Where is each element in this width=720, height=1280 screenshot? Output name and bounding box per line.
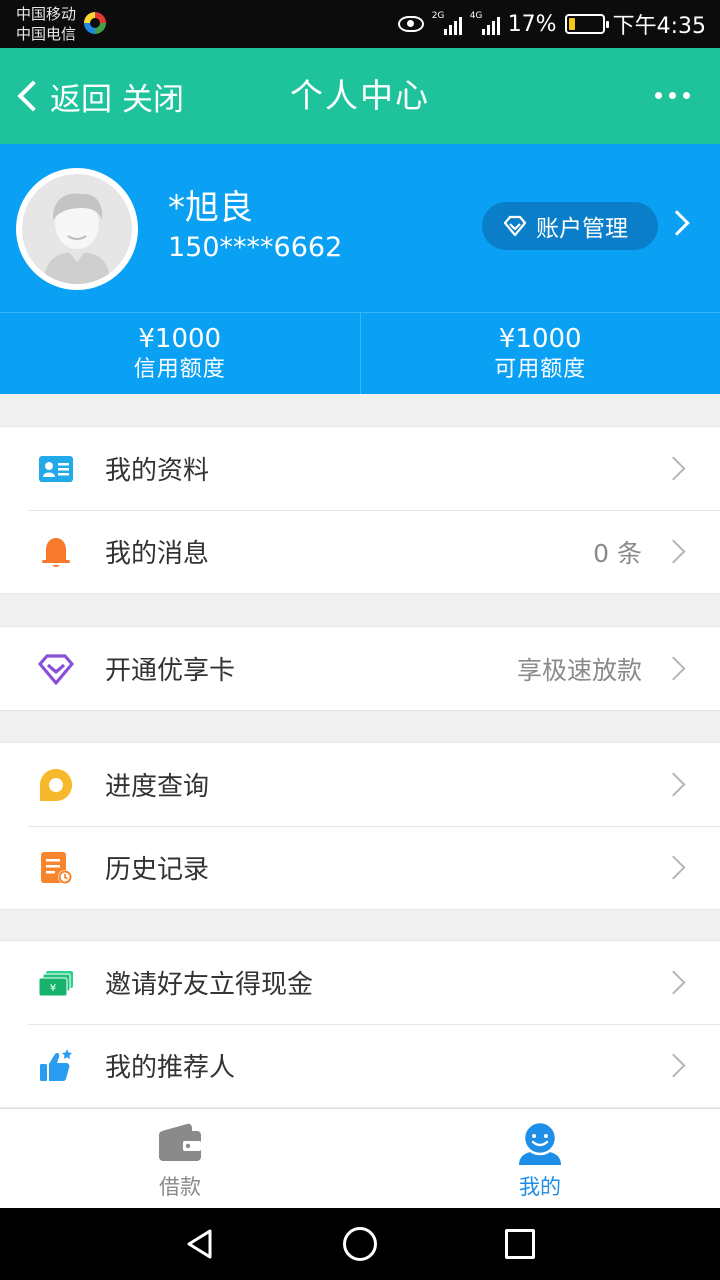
page-title: 个人中心 [290, 76, 430, 115]
menu-group-invite: ¥ 邀请好友立得现金 我的推荐人 [0, 940, 720, 1107]
chevron-right-icon [661, 970, 686, 995]
menu-label: 开通优享卡 [105, 656, 236, 686]
nav-home-icon[interactable] [343, 1227, 377, 1261]
menu-item-vip-card[interactable]: 开通优享卡 享极速放款 [0, 627, 720, 710]
menu-item-my-profile[interactable]: 我的资料 [0, 427, 720, 510]
tab-loan[interactable]: 借款 [0, 1109, 360, 1208]
available-limit-amount: ¥1000 [498, 324, 582, 354]
credit-limit-amount: ¥1000 [138, 324, 222, 354]
thumbs-up-icon [40, 1049, 72, 1081]
id-card-icon [39, 456, 73, 482]
menu-label: 邀请好友立得现金 [105, 970, 314, 1000]
chevron-right-icon[interactable] [664, 210, 690, 236]
status-indicators: 2G 4G 17% 下午4:35 [397, 0, 706, 48]
default-avatar-icon [22, 174, 132, 284]
menu-group-vip: 开通优享卡 享极速放款 [0, 626, 720, 711]
message-count: 0 条 [593, 538, 642, 568]
menu-group-records: 进度查询 历史记录 [0, 742, 720, 910]
tab-mine[interactable]: 我的 [360, 1109, 720, 1208]
account-management-label: 账户管理 [536, 216, 628, 242]
menu-item-invite[interactable]: ¥ 邀请好友立得现金 [0, 941, 720, 1024]
credit-limit-label: 信用额度 [133, 357, 226, 382]
account-management-button[interactable]: 账户管理 [482, 202, 658, 250]
bell-icon [42, 538, 70, 567]
menu-label: 进度查询 [105, 772, 210, 802]
network-1-label: 2G [431, 11, 445, 21]
signal-2-icon: 4G [469, 11, 500, 35]
chevron-right-icon [661, 456, 686, 481]
available-limit: ¥1000 可用额度 [359, 313, 720, 394]
vip-card-benefit: 享极速放款 [516, 655, 642, 685]
chevron-right-icon [661, 772, 686, 797]
diamond-icon [38, 654, 74, 685]
menu-item-referrer[interactable]: 我的推荐人 [0, 1024, 720, 1107]
chevron-right-icon [661, 539, 686, 564]
battery-percent: 17% [507, 11, 557, 37]
menu-item-my-messages[interactable]: 我的消息 0 条 [0, 510, 720, 593]
menu-label: 历史记录 [105, 855, 210, 885]
nav-recents-icon[interactable] [505, 1229, 535, 1259]
diamond-icon [503, 215, 527, 237]
user-phone: 150****6662 [168, 232, 343, 263]
tab-label: 借款 [159, 1175, 201, 1199]
carrier-2: 中国电信 [16, 25, 77, 43]
eye-comfort-icon [397, 16, 424, 32]
wallet-icon [159, 1123, 201, 1161]
user-face-icon [519, 1121, 561, 1165]
progress-icon [40, 769, 72, 801]
tab-label: 我的 [519, 1175, 561, 1199]
carrier-logo-icon [84, 12, 106, 34]
avatar[interactable] [16, 168, 138, 290]
user-name: *旭良 [168, 188, 253, 228]
carrier-names: 中国移动 中国电信 [16, 4, 76, 44]
clock: 下午4:35 [612, 14, 706, 39]
battery-icon [564, 14, 609, 34]
menu-item-progress[interactable]: 进度查询 [0, 743, 720, 826]
menu-label: 我的推荐人 [105, 1053, 236, 1083]
signal-1-icon: 2G [431, 11, 462, 35]
credit-limit: ¥1000 信用额度 [0, 313, 360, 394]
bottom-tab-bar: 借款 我的 [0, 1108, 720, 1208]
menu-group-account: 我的资料 我的消息 0 条 [0, 426, 720, 594]
chevron-right-icon [661, 656, 686, 681]
status-bar: 中国移动 中国电信 2G 4G 17% 下午4:35 [0, 0, 720, 48]
menu-label: 我的资料 [105, 456, 210, 486]
chevron-right-icon [661, 855, 686, 880]
title-bar: 返回 关闭 个人中心 [0, 48, 720, 144]
network-2-label: 4G [469, 11, 483, 21]
svg-text:¥: ¥ [50, 983, 56, 994]
credit-quota: ¥1000 信用额度 ¥1000 可用额度 [0, 312, 720, 394]
menu-item-history[interactable]: 历史记录 [0, 826, 720, 909]
chevron-right-icon [661, 1053, 686, 1078]
nav-back-icon[interactable] [184, 1228, 216, 1260]
available-limit-label: 可用额度 [494, 357, 587, 382]
cash-icon: ¥ [38, 971, 73, 997]
menu-label: 我的消息 [105, 539, 210, 569]
more-options-icon[interactable] [655, 92, 690, 99]
carrier-1: 中国移动 [16, 5, 77, 23]
history-record-icon [41, 852, 72, 884]
profile-header: *旭良 150****6662 账户管理 [0, 144, 720, 312]
system-nav-bar [0, 1208, 720, 1280]
